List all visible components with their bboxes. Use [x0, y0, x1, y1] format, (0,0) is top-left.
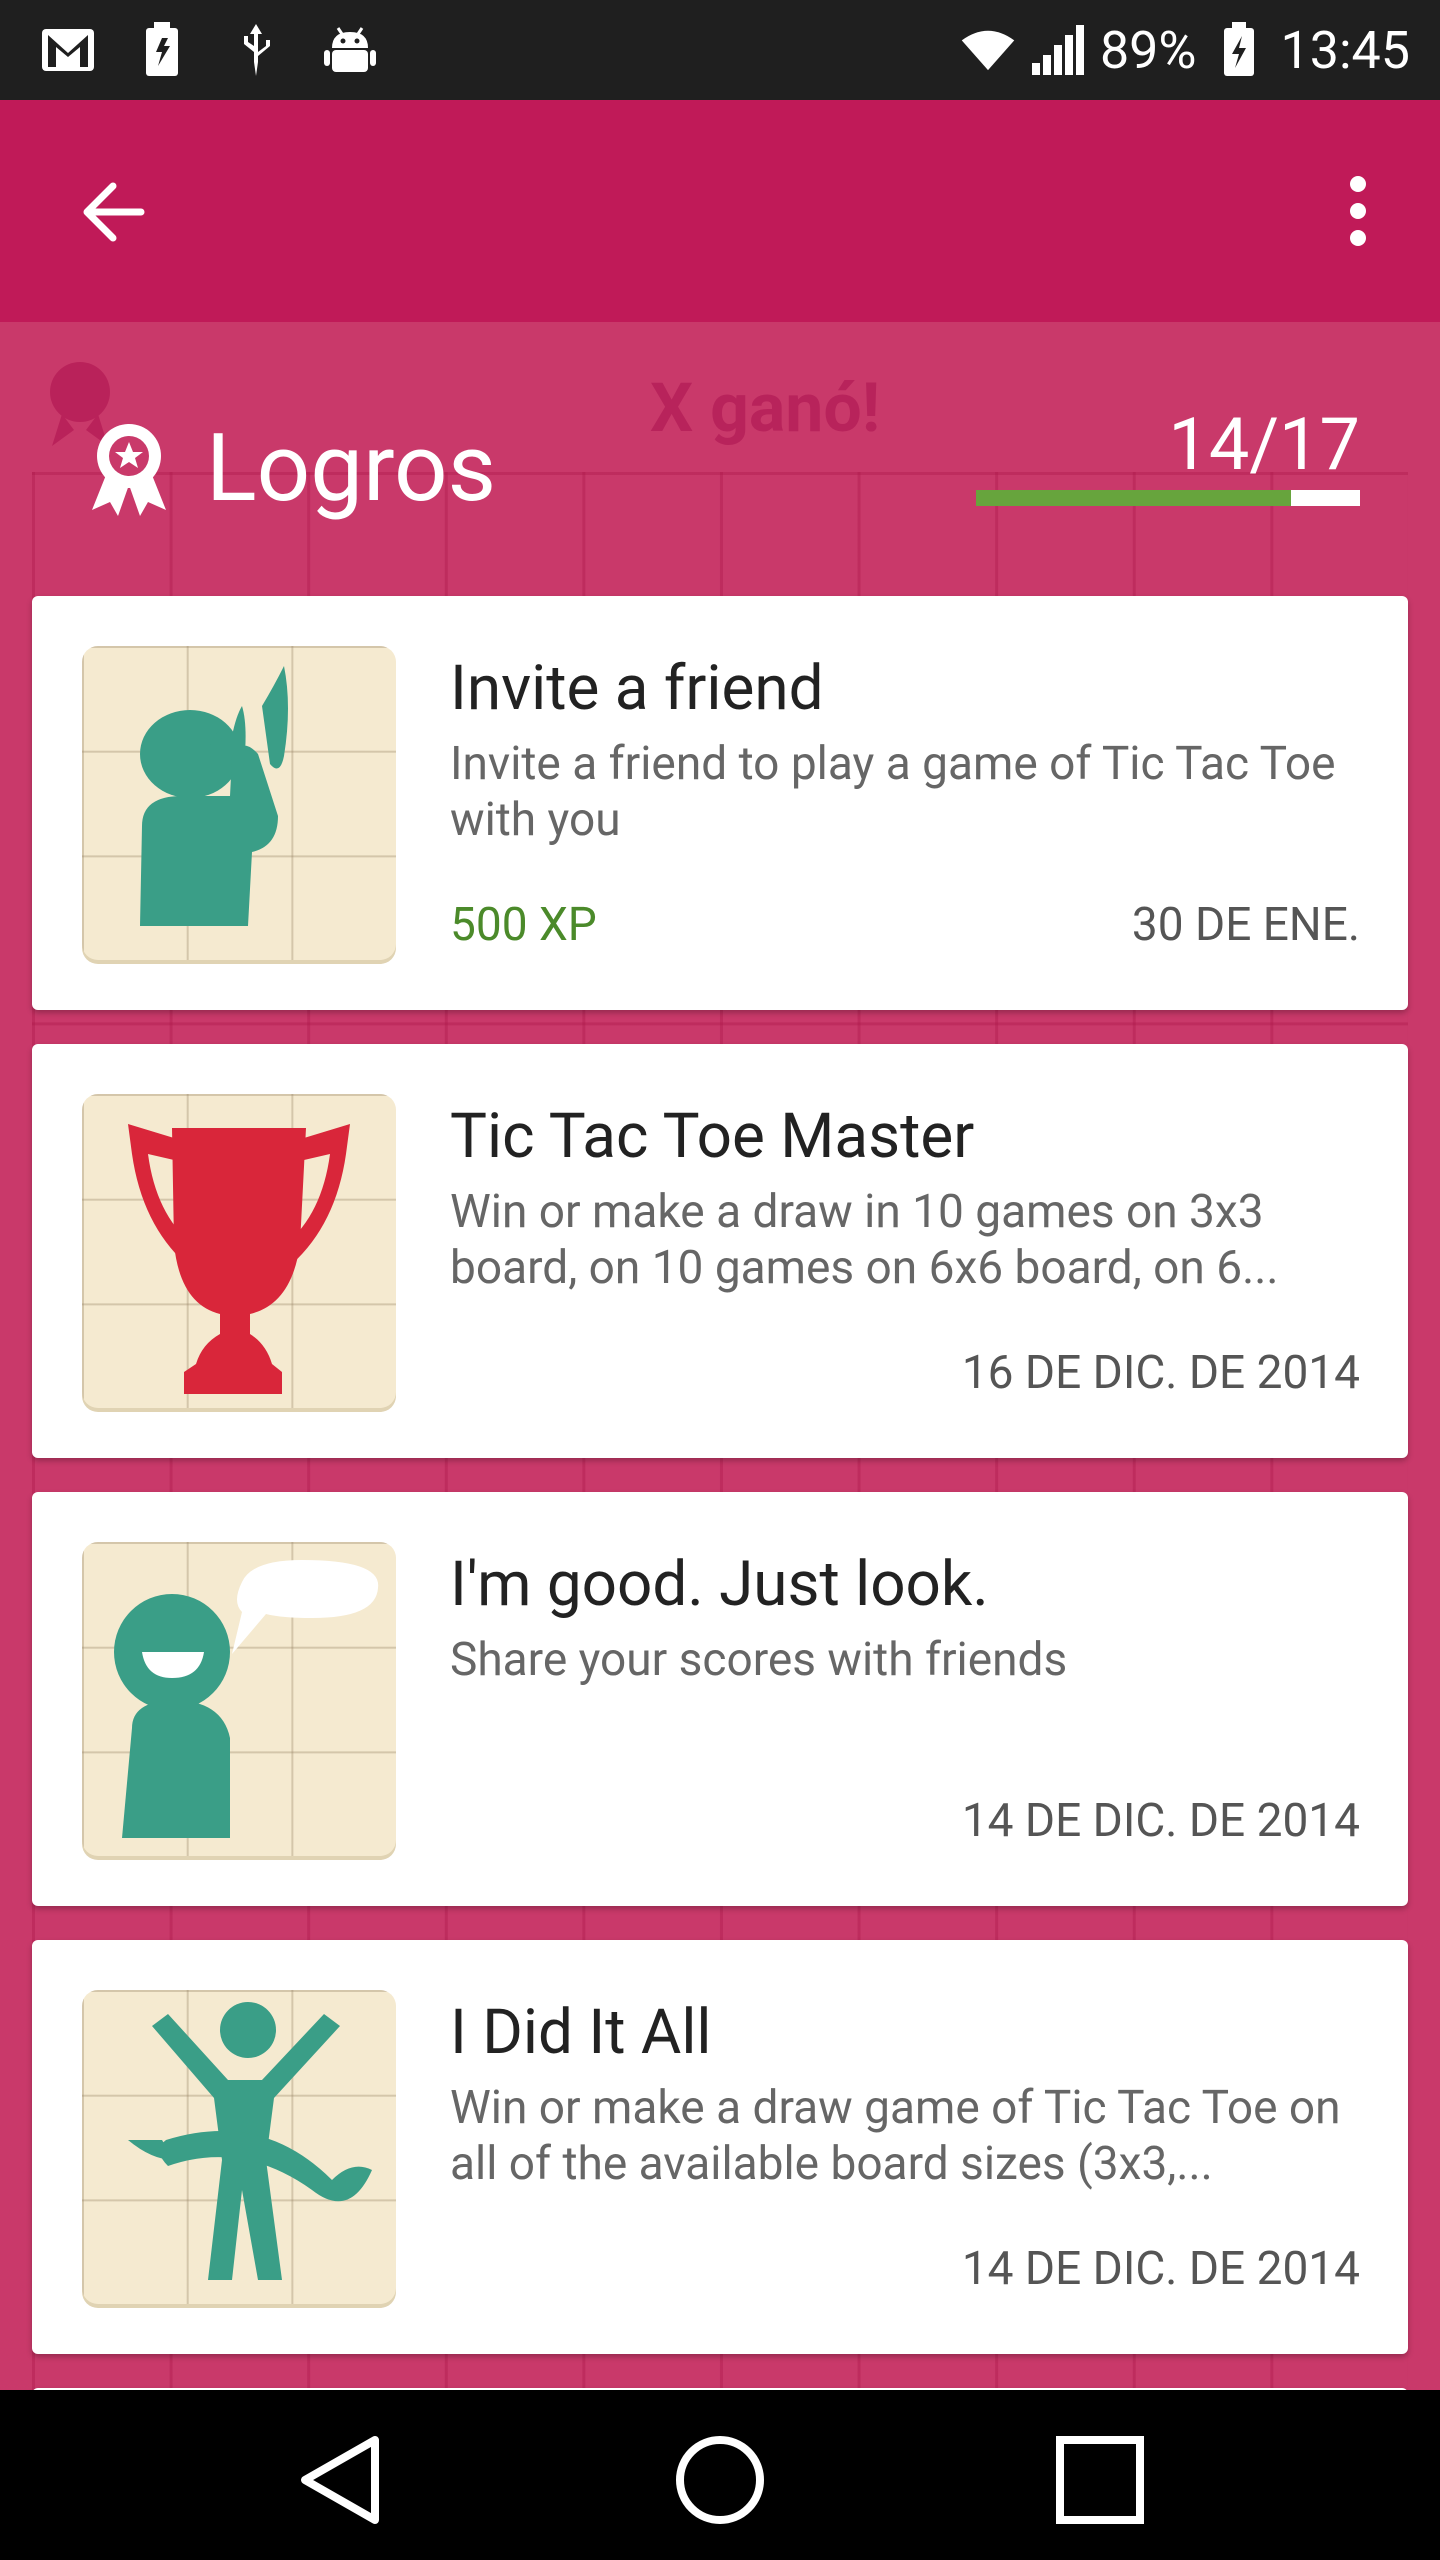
android-debug-icon — [322, 22, 378, 78]
achievement-title: Invite a friend — [450, 652, 824, 725]
finish-line-runner-icon — [128, 2002, 372, 2280]
achievement-xp: 500 XP — [450, 898, 597, 952]
battery-percent: 89% — [1099, 19, 1197, 81]
person-shouting-icon — [140, 666, 288, 926]
achievement-card[interactable]: Tic Tac Toe Master Win or make a draw in… — [32, 1044, 1408, 1458]
signal-icon — [1030, 22, 1086, 78]
wifi-icon — [960, 22, 1016, 78]
achievement-card[interactable]: I Did It All Win or make a draw game of … — [32, 1940, 1408, 2354]
trophy-icon — [128, 1124, 350, 1394]
achievement-icon-frame — [82, 1094, 396, 1408]
usb-icon — [228, 22, 284, 78]
achievement-icon-frame — [82, 646, 396, 960]
achievement-description: Invite a friend to play a game of Tic Ta… — [450, 737, 1336, 847]
achievement-title: I Did It All — [450, 1996, 712, 2069]
achievement-card[interactable]: I'm good. Just look. Share your scores w… — [32, 1492, 1408, 1906]
nav-back-icon — [301, 2436, 379, 2524]
achievement-date: 16 DE DIC. DE 2014 — [961, 1346, 1360, 1400]
background-status-text: X ganó! — [650, 368, 881, 448]
back-button[interactable] — [70, 170, 154, 254]
achievement-icon-frame — [82, 1990, 396, 2304]
achievement-icon-frame — [82, 1542, 396, 1856]
achievement-title: I'm good. Just look. — [450, 1548, 989, 1621]
battery-charging-icon — [1211, 22, 1267, 78]
more-vert-icon — [1350, 176, 1366, 246]
battery-saver-icon — [134, 22, 190, 78]
status-bar: 89% 13:45 — [0, 0, 1440, 100]
overflow-menu-button[interactable] — [1316, 166, 1400, 256]
achievement-date: 14 DE DIC. DE 2014 — [961, 1794, 1360, 1848]
achievement-date: 14 DE DIC. DE 2014 — [961, 2242, 1360, 2296]
achievement-progress-fill — [976, 490, 1291, 506]
achievement-description: Share your scores with friends — [450, 1633, 1068, 1687]
arrow-back-icon — [83, 182, 145, 242]
gmail-icon — [40, 22, 96, 78]
achievement-progress-bar — [976, 490, 1360, 506]
nav-home-button[interactable] — [670, 2430, 770, 2530]
nav-back-button[interactable] — [290, 2430, 390, 2530]
achievement-description: Win or make a draw in 10 games on 3x3 bo… — [450, 1185, 1279, 1295]
nav-recents-icon — [1056, 2436, 1144, 2524]
achievement-card[interactable]: Invite a friend Invite a friend to play … — [32, 596, 1408, 1010]
page-title: Logros — [206, 413, 497, 523]
achievement-description: Win or make a draw game of Tic Tac Toe o… — [450, 2081, 1341, 2191]
app-bar — [0, 100, 1440, 322]
clock: 13:45 — [1280, 19, 1411, 81]
person-speech-bubble-icon — [114, 1560, 379, 1838]
award-ribbon-icon — [92, 424, 166, 516]
nav-recents-button[interactable] — [1050, 2430, 1150, 2530]
achievement-title: Tic Tac Toe Master — [450, 1100, 975, 1173]
nav-home-icon — [676, 2436, 764, 2524]
navigation-bar — [0, 2390, 1440, 2560]
achievement-count: 14/17 — [1168, 402, 1360, 487]
achievement-date: 30 DE ENE. — [1131, 898, 1360, 952]
achievements-header: Logros — [86, 420, 496, 516]
